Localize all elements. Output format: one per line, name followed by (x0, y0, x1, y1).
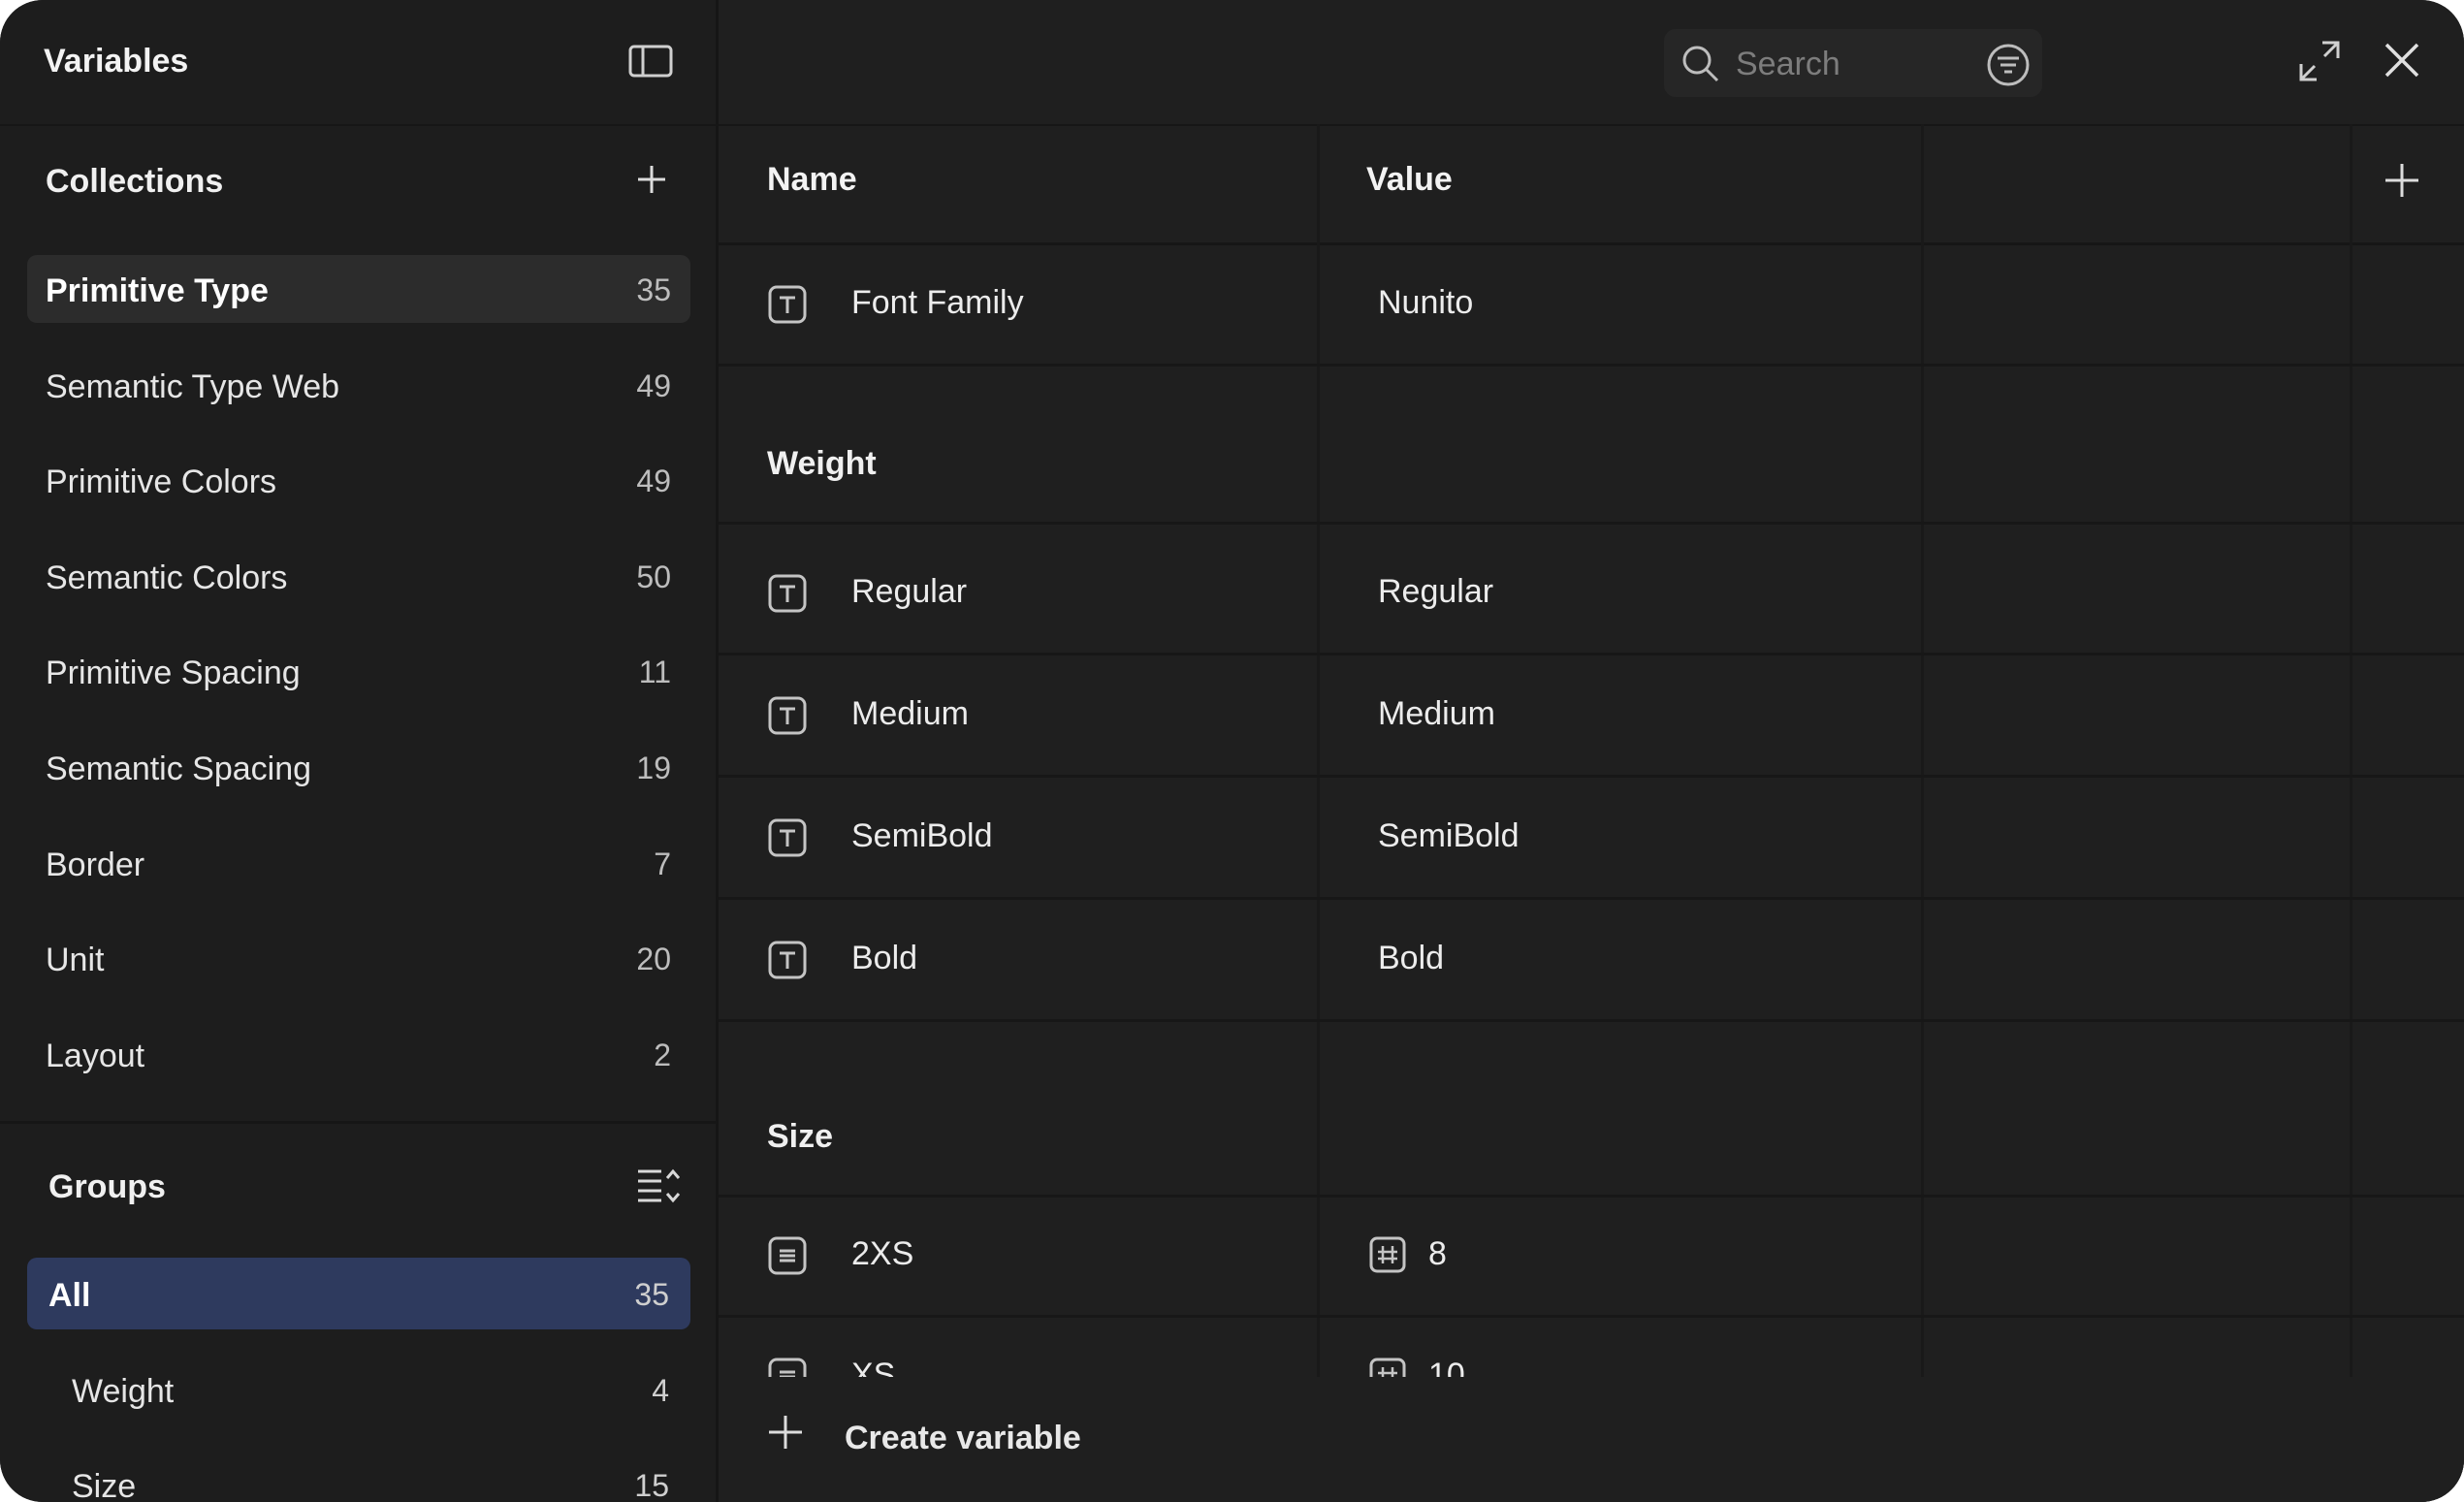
sort-icon[interactable] (636, 1166, 683, 1205)
left-panel: Variables Collections Primitive Type 35 … (0, 0, 716, 1502)
sidebar-toggle-icon[interactable] (628, 43, 673, 80)
table-row[interactable]: Regular Regular (719, 534, 2464, 655)
search-input[interactable] (1734, 41, 1970, 87)
text-type-icon (768, 285, 807, 324)
collection-item-semantic-type-web[interactable]: Semantic Type Web 49 (27, 351, 690, 419)
plus-icon (769, 1416, 802, 1449)
variable-name: 2XS (851, 1235, 914, 1272)
collection-count: 49 (636, 463, 671, 498)
table-header: Name Value (719, 124, 2464, 245)
group-heading-row: Size (719, 1022, 2464, 1198)
search-box[interactable] (1664, 29, 2042, 97)
collection-label: Border (46, 847, 145, 883)
collection-item-primitive-type[interactable]: Primitive Type 35 (27, 255, 690, 323)
group-count: 15 (634, 1468, 669, 1502)
table-row[interactable]: Bold Bold (719, 901, 2464, 1022)
collection-item-primitive-colors[interactable]: Primitive Colors 49 (27, 446, 690, 514)
collection-count: 19 (636, 751, 671, 785)
group-heading: Weight (767, 445, 877, 482)
text-type-icon (768, 941, 807, 979)
collection-label: Unit (46, 942, 105, 978)
group-label: Size (72, 1468, 137, 1502)
table-row[interactable]: Medium Medium (719, 656, 2464, 778)
panel-header: Variables (0, 0, 716, 126)
section-divider (0, 1121, 716, 1124)
variable-name: Regular (851, 573, 968, 610)
collection-label: Semantic Spacing (46, 751, 312, 787)
collection-item-semantic-spacing[interactable]: Semantic Spacing 19 (27, 733, 690, 801)
filter-icon[interactable] (1986, 43, 2031, 87)
variable-value[interactable]: SemiBold (1378, 817, 1520, 855)
groups-title: Groups (48, 1168, 166, 1205)
collection-count: 49 (636, 368, 671, 403)
collection-label: Primitive Type (46, 272, 269, 309)
collection-label: Layout (46, 1038, 145, 1074)
collection-label: Semantic Type Web (46, 368, 340, 405)
text-type-icon (768, 818, 807, 857)
variable-value[interactable]: 8 (1428, 1235, 1447, 1273)
variable-name: Medium (851, 695, 969, 732)
table-row[interactable]: SemiBold SemiBold (719, 779, 2464, 900)
column-value-header: Value (1366, 161, 1453, 198)
collection-item-primitive-spacing[interactable]: Primitive Spacing 11 (27, 637, 690, 705)
group-heading-row: Weight (719, 367, 2464, 525)
search-icon (1682, 46, 1719, 82)
window-title: Variables (44, 43, 189, 80)
collection-count: 50 (636, 559, 671, 594)
variable-value[interactable]: Nunito (1378, 284, 1473, 322)
group-item-all[interactable]: All 35 (27, 1258, 690, 1329)
variable-name: SemiBold (851, 817, 993, 854)
number-type-icon (1369, 1236, 1406, 1273)
variables-window: Variables Collections Primitive Type 35 … (0, 0, 2464, 1502)
collection-count: 20 (636, 942, 671, 976)
collection-count: 11 (638, 655, 671, 689)
number-type-icon (768, 1236, 807, 1275)
variable-value[interactable]: Regular (1378, 573, 1493, 611)
group-item-size[interactable]: Size 15 (27, 1449, 690, 1502)
create-variable-bar[interactable]: Create variable (719, 1377, 2464, 1502)
text-type-icon (768, 574, 807, 613)
table-row[interactable]: 2XS 8 (719, 1197, 2464, 1318)
collection-label: Semantic Colors (46, 559, 288, 596)
top-toolbar (719, 0, 2464, 126)
collection-count: 2 (654, 1038, 671, 1072)
collection-item-semantic-colors[interactable]: Semantic Colors 50 (27, 542, 690, 610)
collection-count: 7 (654, 847, 671, 881)
group-label: Weight (72, 1373, 175, 1410)
create-variable-button[interactable]: Create variable (845, 1420, 1081, 1457)
group-item-weight[interactable]: Weight 4 (27, 1354, 690, 1425)
add-collection-icon[interactable] (635, 163, 668, 196)
variable-name: Font Family (851, 284, 1024, 321)
table-row[interactable]: Font Family Nunito (719, 245, 2464, 367)
collection-count: 35 (636, 272, 671, 307)
group-heading: Size (767, 1118, 834, 1155)
text-type-icon (768, 696, 807, 735)
group-count: 4 (652, 1373, 669, 1408)
variable-value[interactable]: Medium (1378, 695, 1495, 733)
collection-item-layout[interactable]: Layout 2 (27, 1020, 690, 1088)
expand-icon[interactable] (2297, 39, 2342, 83)
close-icon[interactable] (2383, 41, 2421, 80)
column-name-header: Name (767, 161, 857, 198)
variables-table-panel: Name Value Font Family Nunito Weight (716, 0, 2464, 1502)
group-label: All (48, 1277, 91, 1314)
collection-label: Primitive Spacing (46, 655, 301, 691)
variable-value[interactable]: Bold (1378, 940, 1444, 977)
collection-label: Primitive Colors (46, 463, 277, 500)
collections-title: Collections (46, 163, 224, 200)
add-column-icon[interactable] (2383, 161, 2421, 200)
collection-item-unit[interactable]: Unit 20 (27, 924, 690, 992)
collection-item-border[interactable]: Border 7 (27, 829, 690, 897)
group-count: 35 (634, 1277, 669, 1312)
variable-name: Bold (851, 940, 918, 976)
